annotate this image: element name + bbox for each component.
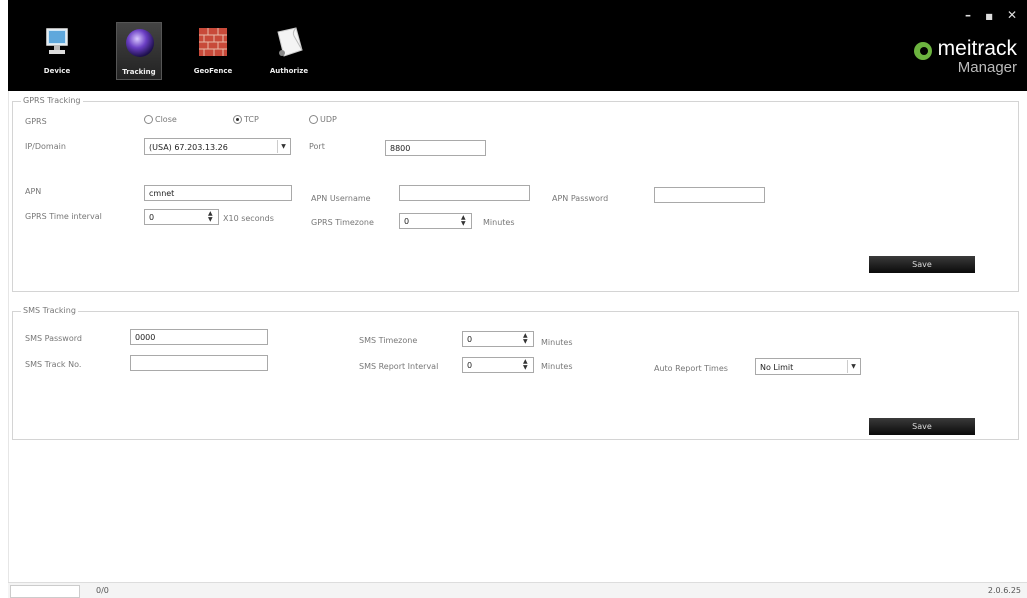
brick-wall-icon [199, 28, 227, 56]
toolbar-device-label: Device [43, 67, 71, 75]
toolbar-tracking-label: Tracking [122, 68, 156, 76]
monitor-icon [46, 28, 68, 54]
window-controls: – ■ ✕ [955, 8, 1017, 22]
sms-report-stepper[interactable]: 0 ▲ ▼ [462, 357, 534, 373]
sms-timezone-unit: Minutes [541, 338, 573, 347]
gprs-timezone-label: GPRS Timezone [311, 218, 374, 227]
radio-close[interactable]: Close [144, 115, 177, 124]
radio-tcp-label: TCP [244, 115, 259, 124]
status-bar: 0/0 2.0.6.25 [8, 582, 1027, 598]
sms-report-label: SMS Report Interval [359, 362, 439, 371]
sms-track-input[interactable] [130, 355, 268, 371]
gprs-timezone-stepper[interactable]: 0 ▲ ▼ [399, 213, 472, 229]
ip-domain-value: (USA) 67.203.13.26 [149, 143, 228, 152]
radio-udp-label: UDP [320, 115, 337, 124]
apn-password-input[interactable] [654, 187, 765, 203]
radio-close-label: Close [155, 115, 177, 124]
toolbar-device-button[interactable]: Device [34, 22, 80, 80]
brand-logo: meitrack Manager [913, 37, 1017, 76]
gprs-timezone-value: 0 [404, 217, 410, 226]
sms-group-title: SMS Tracking [21, 306, 78, 315]
brand-subtitle: Manager [957, 59, 1017, 76]
gprs-interval-value: 0 [149, 213, 155, 222]
apn-password-label: APN Password [552, 194, 609, 203]
gprs-timezone-unit: Minutes [483, 218, 515, 227]
sms-password-input[interactable] [130, 329, 268, 345]
radio-tcp-circle [233, 115, 242, 124]
apn-input[interactable] [144, 185, 292, 201]
toolbar-authorize-label: Authorize [269, 67, 309, 75]
radio-udp[interactable]: UDP [309, 115, 337, 124]
sms-timezone-label: SMS Timezone [359, 336, 418, 345]
spin-arrows-icon[interactable]: ▲ ▼ [523, 333, 531, 345]
status-progress-cell [10, 585, 80, 598]
toolbar-geofence-button[interactable]: GeoFence [190, 22, 236, 80]
sms-track-label: SMS Track No. [25, 360, 82, 369]
maximize-button[interactable]: ■ [985, 12, 993, 21]
chevron-down-icon: ▼ [277, 140, 289, 153]
radio-tcp[interactable]: TCP [233, 115, 259, 124]
left-border [8, 91, 9, 582]
gprs-group-title: GPRS Tracking [21, 96, 83, 105]
apn-label: APN [25, 187, 42, 196]
port-label: Port [309, 142, 325, 151]
gprs-interval-unit: X10 seconds [223, 214, 274, 223]
sms-tracking-group: SMS Tracking SMS Password SMS Timezone 0… [12, 306, 1019, 440]
sms-report-unit: Minutes [541, 362, 573, 371]
globe-icon [126, 29, 154, 57]
meitrack-logo-icon [913, 42, 932, 60]
auto-report-select[interactable]: No Limit ▼ [755, 358, 861, 375]
apn-username-input[interactable] [399, 185, 530, 201]
gprs-save-button[interactable]: Save [869, 256, 975, 273]
gprs-interval-label: GPRS Time interval [25, 212, 102, 221]
ip-domain-select[interactable]: (USA) 67.203.13.26 ▼ [144, 138, 291, 155]
status-count: 0/0 [96, 586, 109, 595]
port-input[interactable] [385, 140, 486, 156]
auto-report-label: Auto Report Times [654, 364, 728, 373]
minimize-button[interactable]: – [965, 8, 971, 22]
brand-name: meitrack [937, 37, 1017, 60]
gprs-label: GPRS [25, 117, 47, 126]
gprs-tracking-group: GPRS Tracking GPRS Close TCP UDP IP/Doma… [12, 96, 1019, 292]
ip-domain-label: IP/Domain [25, 142, 66, 151]
spin-arrows-icon[interactable]: ▲ ▼ [461, 215, 469, 227]
radio-close-circle [144, 115, 153, 124]
document-icon [277, 27, 303, 57]
toolbar-geofence-label: GeoFence [193, 67, 233, 75]
version-label: 2.0.6.25 [987, 586, 1021, 595]
top-toolbar: Device Tracking GeoFence Authorize – ■ ✕… [8, 0, 1027, 91]
gprs-interval-stepper[interactable]: 0 ▲ ▼ [144, 209, 219, 225]
sms-password-label: SMS Password [25, 334, 82, 343]
spin-arrows-icon[interactable]: ▲ ▼ [523, 359, 531, 371]
toolbar-authorize-button[interactable]: Authorize [266, 22, 312, 80]
apn-username-label: APN Username [311, 194, 371, 203]
radio-udp-circle [309, 115, 318, 124]
chevron-down-icon: ▼ [847, 360, 859, 373]
spin-arrows-icon[interactable]: ▲ ▼ [208, 211, 216, 223]
sms-timezone-stepper[interactable]: 0 ▲ ▼ [462, 331, 534, 347]
toolbar-tracking-button[interactable]: Tracking [116, 22, 162, 80]
close-button[interactable]: ✕ [1007, 8, 1017, 22]
sms-timezone-value: 0 [467, 335, 473, 344]
sms-save-button[interactable]: Save [869, 418, 975, 435]
auto-report-value: No Limit [760, 363, 794, 372]
sms-report-value: 0 [467, 361, 473, 370]
